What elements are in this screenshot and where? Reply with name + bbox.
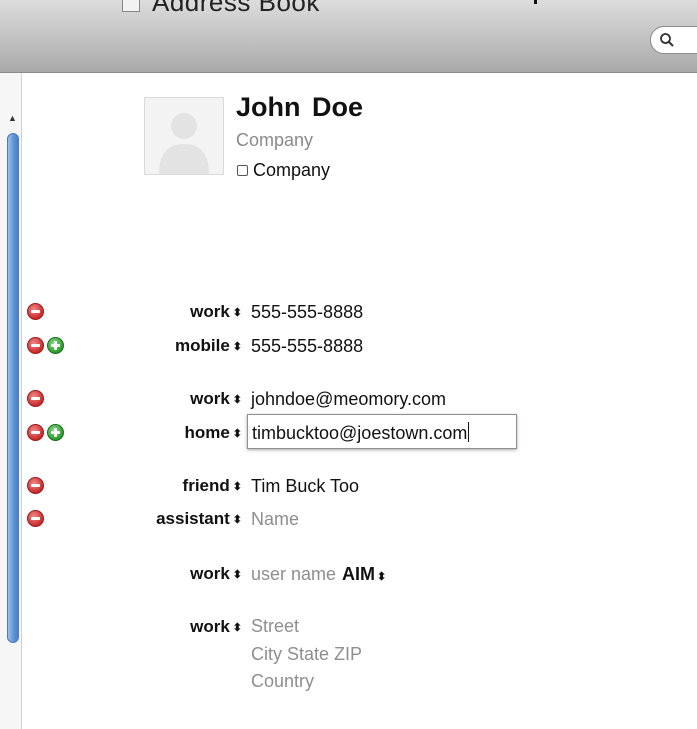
country-field[interactable]: Country: [251, 671, 314, 692]
related-label-popup[interactable]: friend ⬍: [183, 476, 242, 496]
remove-button[interactable]: [27, 303, 44, 320]
remove-button[interactable]: [27, 477, 44, 494]
popup-arrows-icon: ⬍: [377, 571, 387, 583]
phone-label: mobile: [174, 336, 230, 355]
email-edit-field[interactable]: timbucktoo@joestown.com: [247, 414, 517, 449]
avatar[interactable]: [144, 97, 224, 175]
address-label-popup[interactable]: work ⬍: [190, 617, 242, 637]
popup-arrows-icon: ⬍: [232, 568, 242, 581]
related-value[interactable]: Tim Buck Too: [251, 476, 359, 497]
title-mark: [534, 0, 537, 4]
window-toolbar: Address Book: [0, 0, 697, 73]
company-field[interactable]: Company: [236, 130, 313, 151]
related-label: assistant: [156, 509, 230, 528]
company-checkbox-row[interactable]: Company: [237, 160, 330, 181]
add-button[interactable]: [47, 424, 64, 441]
related-placeholder[interactable]: Name: [251, 509, 299, 530]
search-field[interactable]: [650, 26, 697, 54]
email-label: work: [190, 389, 230, 408]
popup-arrows-icon: ⬍: [232, 306, 242, 319]
remove-button[interactable]: [27, 424, 44, 441]
remove-button[interactable]: [27, 390, 44, 407]
im-row: work ⬍ user name AIM ⬍: [0, 561, 697, 587]
im-service-popup[interactable]: AIM ⬍: [342, 564, 386, 584]
email-row: home ⬍ timbucktoo@joestown.com: [0, 414, 697, 449]
city-state-zip-field[interactable]: City State ZIP: [251, 644, 362, 665]
add-button[interactable]: [47, 337, 64, 354]
im-placeholder: user name: [251, 564, 337, 584]
email-label: home: [184, 423, 230, 442]
remove-button[interactable]: [27, 337, 44, 354]
address-row: work ⬍: [0, 614, 697, 640]
related-label-popup[interactable]: assistant ⬍: [156, 509, 242, 529]
window-icon: [122, 0, 140, 12]
phone-row: mobile ⬍ 555-555-8888: [0, 333, 697, 359]
im-field[interactable]: user name AIM ⬍: [251, 564, 386, 585]
popup-arrows-icon: ⬍: [232, 427, 242, 440]
popup-arrows-icon: ⬍: [232, 340, 242, 353]
email-value[interactable]: johndoe@meomory.com: [251, 389, 446, 410]
company-checkbox[interactable]: [237, 165, 248, 176]
related-label: friend: [182, 476, 230, 495]
im-label: work: [190, 564, 230, 583]
popup-arrows-icon: ⬍: [232, 393, 242, 406]
email-label-popup[interactable]: work ⬍: [190, 389, 242, 409]
panel-marker-icon: ▲: [8, 113, 17, 123]
phone-label-popup[interactable]: mobile ⬍: [175, 336, 242, 356]
phone-row: work ⬍ 555-555-8888: [0, 299, 697, 325]
phone-label: work: [190, 302, 230, 321]
popup-arrows-icon: ⬍: [232, 513, 242, 526]
email-label-popup[interactable]: home ⬍: [184, 423, 242, 443]
im-label-popup[interactable]: work ⬍: [190, 564, 242, 584]
phone-label-popup[interactable]: work ⬍: [190, 302, 242, 322]
address-label: work: [190, 617, 230, 636]
im-service: AIM: [342, 564, 376, 584]
phone-value[interactable]: 555-555-8888: [251, 302, 363, 323]
email-row: work ⬍ johndoe@meomory.com: [0, 386, 697, 412]
window-title-text: Address Book: [152, 0, 320, 17]
email-edit-text: timbucktoo@joestown.com: [252, 423, 468, 443]
contact-name[interactable]: John Doe: [236, 92, 363, 123]
related-row: assistant ⬍ Name: [0, 506, 697, 532]
popup-arrows-icon: ⬍: [232, 621, 242, 634]
text-cursor: [468, 422, 470, 442]
company-checkbox-label: Company: [253, 160, 331, 180]
window-title: Address Book: [122, 0, 320, 18]
phone-value[interactable]: 555-555-8888: [251, 336, 363, 357]
person-silhouette-icon: [159, 113, 209, 174]
street-field[interactable]: Street: [251, 616, 299, 637]
remove-button[interactable]: [27, 510, 44, 527]
popup-arrows-icon: ⬍: [232, 480, 242, 493]
related-row: friend ⬍ Tim Buck Too: [0, 473, 697, 499]
search-icon: [660, 33, 674, 47]
